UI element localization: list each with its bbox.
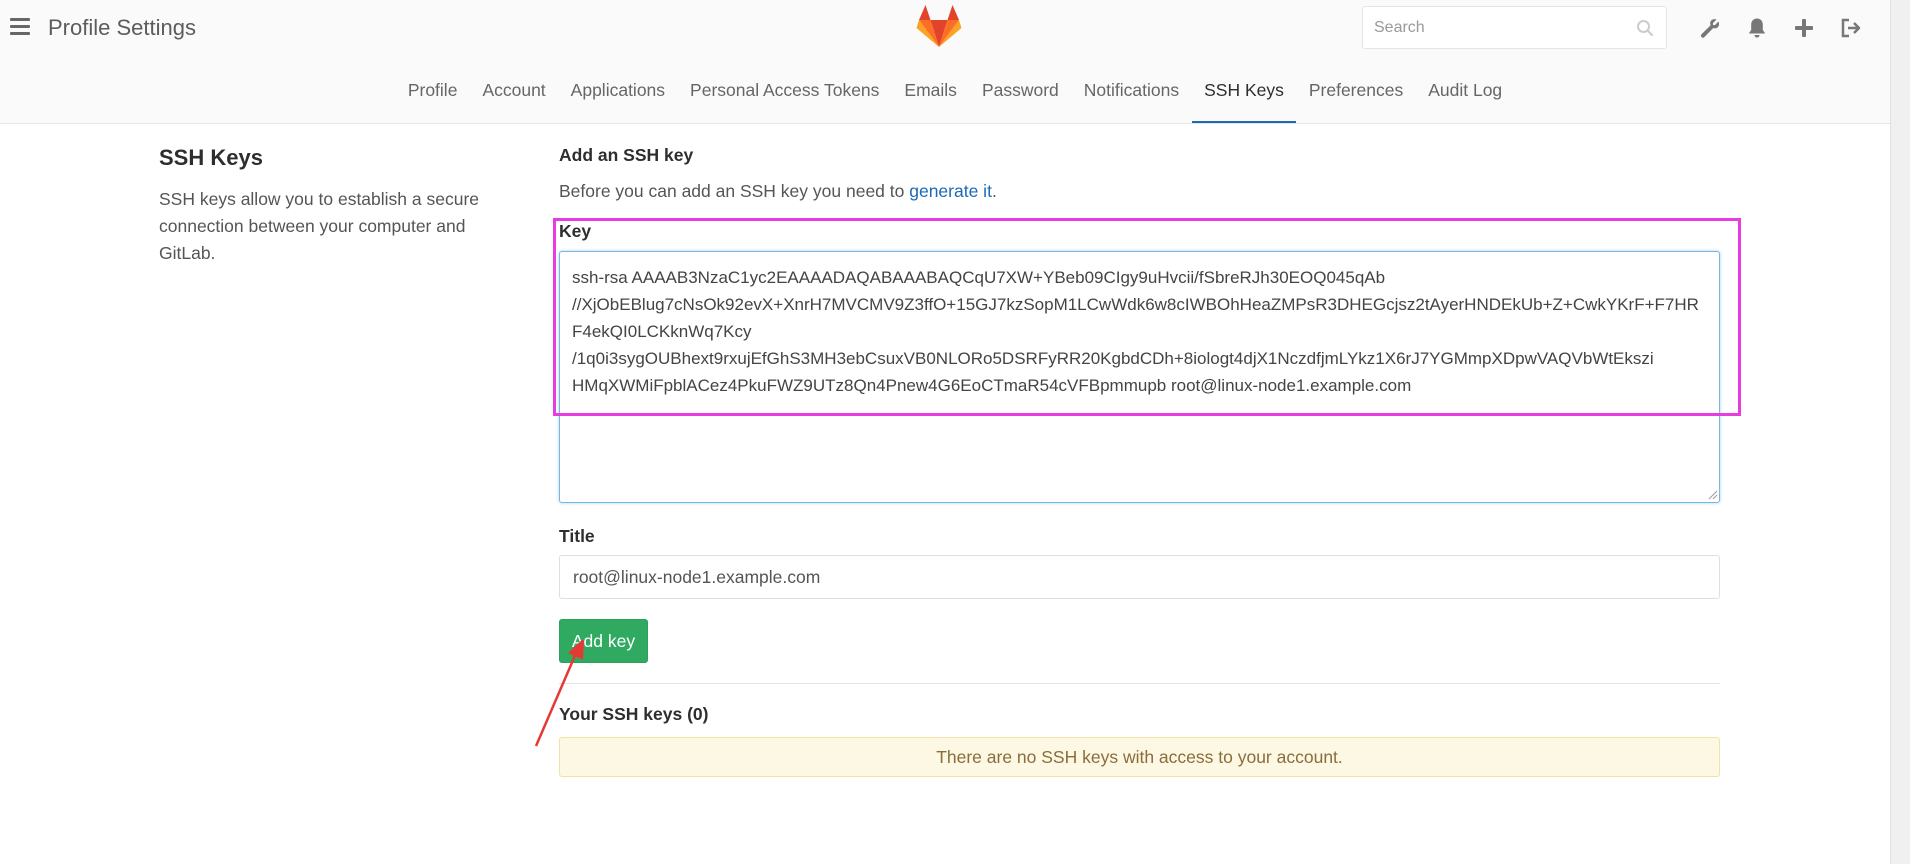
no-keys-alert: There are no SSH keys with access to you…: [559, 737, 1720, 777]
tab-personal-access-tokens[interactable]: Personal Access Tokens: [678, 66, 892, 123]
tab-emails[interactable]: Emails: [892, 66, 970, 123]
generate-it-link[interactable]: generate it: [909, 181, 992, 201]
key-textarea[interactable]: ssh-rsa AAAAB3NzaC1yc2EAAAADAQABAAABAQCq…: [559, 251, 1720, 503]
add-ssh-key-heading: Add an SSH key: [559, 145, 694, 165]
plus-icon[interactable]: [1792, 16, 1816, 40]
title-label: Title: [559, 526, 595, 546]
tab-preferences[interactable]: Preferences: [1296, 66, 1415, 123]
page-scrollbar[interactable]: [1890, 0, 1910, 864]
title-input[interactable]: [559, 555, 1720, 599]
tab-ssh-keys[interactable]: SSH Keys: [1191, 66, 1297, 123]
tab-audit-log[interactable]: Audit Log: [1416, 66, 1515, 123]
search-box[interactable]: [1362, 6, 1667, 49]
search-icon: [1637, 20, 1654, 37]
key-label: Key: [559, 221, 592, 241]
search-input[interactable]: [1363, 7, 1623, 48]
tab-notifications[interactable]: Notifications: [1071, 66, 1191, 123]
section-title: SSH Keys: [159, 145, 263, 170]
sign-out-icon[interactable]: [1839, 16, 1863, 40]
resize-grip-icon[interactable]: [1706, 488, 1718, 500]
tab-profile[interactable]: Profile: [395, 66, 470, 123]
intro-text-start: Before you can add an SSH key you need t…: [559, 181, 910, 201]
tab-applications[interactable]: Applications: [558, 66, 677, 123]
page-title: Profile Settings: [48, 15, 196, 40]
intro-text-end: .: [991, 181, 997, 201]
intro-text: Before you can add an SSH key you need t…: [559, 181, 997, 202]
wrench-icon[interactable]: [1698, 16, 1722, 40]
hamburger-menu-icon[interactable]: [10, 18, 30, 36]
tab-account[interactable]: Account: [470, 66, 558, 123]
add-key-button[interactable]: Add key: [559, 619, 648, 663]
your-ssh-keys-heading: Your SSH keys (0): [559, 704, 709, 724]
gitlab-logo-icon[interactable]: [916, 4, 962, 48]
tab-password[interactable]: Password: [969, 66, 1071, 123]
bell-icon[interactable]: [1745, 16, 1769, 40]
section-divider: [559, 683, 1720, 684]
section-description: SSH keys allow you to establish a secure…: [159, 189, 480, 263]
settings-tab-bar: Profile Account Applications Personal Ac…: [0, 66, 1890, 124]
